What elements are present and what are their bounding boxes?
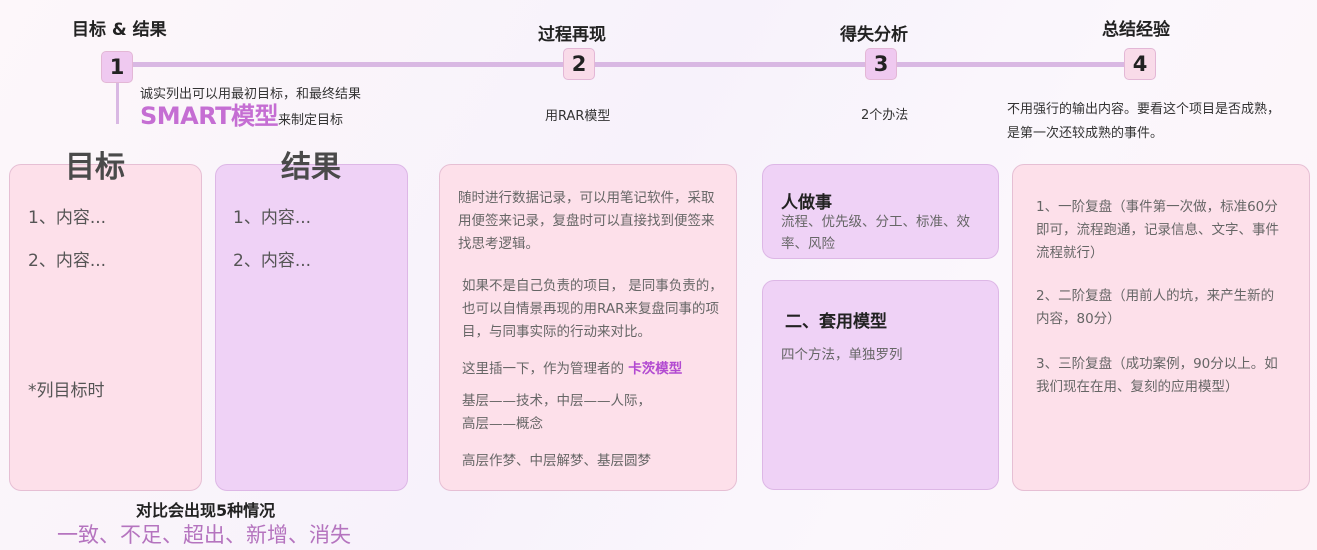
summary-item-2: 2、二阶复盘（用前人的坑，来产生新的内容，80分） [1036, 288, 1275, 327]
goal-item-2: 2、内容... [28, 251, 107, 271]
goal-title: 目标 [65, 150, 125, 185]
katz-model-link[interactable]: 卡茨模型 [628, 361, 682, 377]
process-para-1: 随时进行数据记录，可以用笔记软件，采取用便签来记录，复盘时可以直接找到便签来找思… [458, 190, 715, 252]
process-para-3: 这里插一下，作为管理者的 卡茨模型 [462, 358, 728, 381]
smart-suffix: 来制定目标 [278, 113, 344, 128]
stage2-title: 过程再现 [538, 25, 606, 45]
summary-item-1: 1、一阶复盘（事件第一次做，标准60分即可，流程跑通，记录信息、文字、事件流程就… [1036, 199, 1279, 261]
stage3-title: 得失分析 [840, 25, 908, 45]
smart-model: SMART模型 [140, 102, 279, 130]
stage2-node[interactable]: 2 [563, 48, 595, 80]
stage3-note: 2个办法 [861, 108, 909, 123]
summary-title: 对比会出现5种情况 [136, 501, 276, 520]
summary-item-3: 3、三阶复盘（成功案例，90分以上。如我们现在在用、复刻的应用模型） [1036, 356, 1278, 395]
analysis-card-2-text: 四个方法，单独罗列 [781, 347, 903, 363]
stage1-title: 目标 & 结果 [72, 20, 167, 40]
goal-item-1: 1、内容... [28, 208, 107, 228]
katz-line-1: 基层——技术，中层——人际， [462, 393, 651, 409]
stage4-note: 不用强行的输出内容。要看这个项目是否成熟，是第一次还较成熟的事件。 [1007, 102, 1281, 141]
katz-line-2: 高层——概念 [462, 416, 543, 432]
result-title: 结果 [281, 150, 341, 185]
timeline-line [118, 62, 1140, 67]
smart-line: SMART模型来制定目标 [140, 96, 343, 131]
summary-items: 一致、不足、超出、新增、消失 [57, 523, 351, 547]
stage2-note: 用RAR模型 [545, 109, 611, 124]
process-para-4: 基层——技术，中层——人际， 高层——概念 [462, 390, 728, 436]
stage1-connector [116, 82, 119, 124]
process-para-2: 如果不是自己负责的项目， 是同事负责的，也可以自情景再现的用RAR来复盘同事的项… [462, 278, 723, 340]
stage1-node[interactable]: 1 [101, 51, 133, 83]
stage3-node[interactable]: 3 [865, 48, 897, 80]
stage4-node[interactable]: 4 [1124, 48, 1156, 80]
goal-footnote: *列目标时 [28, 381, 105, 401]
analysis-card-2-title: 二、套用模型 [785, 312, 887, 332]
analysis-card-1-title: 人做事 [781, 193, 832, 213]
stage4-title: 总结经验 [1102, 20, 1170, 40]
katz-prefix: 这里插一下，作为管理者的 [462, 361, 624, 377]
result-item-2: 2、内容... [233, 251, 312, 271]
process-para-5: 高层作梦、中层解梦、基层圆梦 [462, 453, 651, 469]
analysis-card-1-text: 流程、优先级、分工、标准、效率、风险 [781, 214, 970, 252]
result-item-1: 1、内容... [233, 208, 312, 228]
